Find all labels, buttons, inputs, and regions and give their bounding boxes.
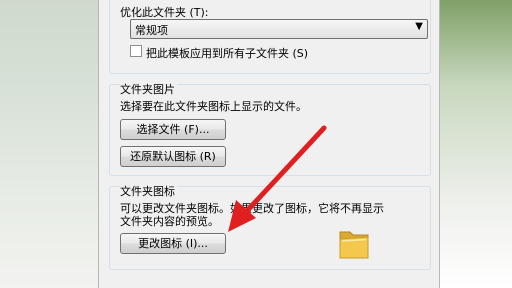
red-arrow-annotation — [228, 125, 327, 232]
